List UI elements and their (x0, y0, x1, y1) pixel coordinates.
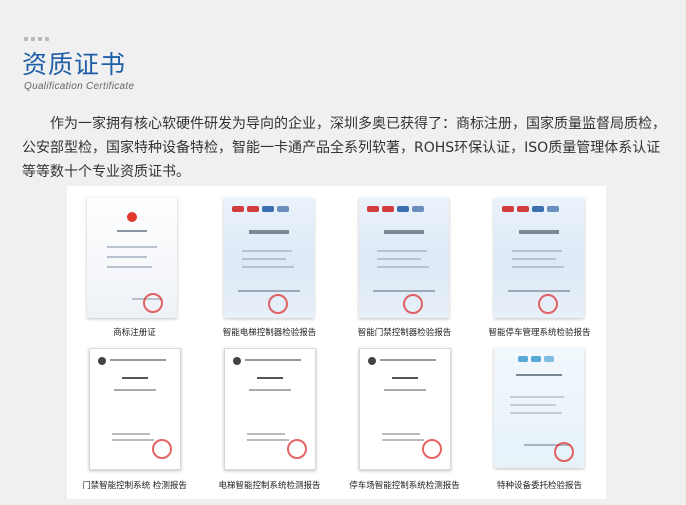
certificate-caption: 门禁智能控制系统 检测报告 (82, 481, 187, 491)
decor-dots (24, 37, 49, 41)
certificate-caption: 停车场智能控制系统检测报告 (349, 481, 460, 491)
certificate-caption: 智能电梯控制器检验报告 (222, 328, 317, 338)
certificate-image-access (359, 198, 449, 318)
certificate-caption: 智能门禁控制器检验报告 (357, 328, 452, 338)
certificate-caption: 智能停车管理系统检验报告 (488, 328, 591, 338)
certificate-caption: 商标注册证 (113, 328, 156, 338)
certificate-caption: 电梯智能控制系统检测报告 (218, 481, 321, 491)
certificate-image-parking (494, 198, 584, 318)
certificate-image-elevator (224, 198, 314, 318)
certificate-image-access-system (89, 348, 181, 470)
certificate-image-elevator-system (224, 348, 316, 470)
certificate-gallery: 商标注册证 智能电梯控制器检验报告 智能门禁控制器检验报告 智能停车管理系统检验… (67, 186, 606, 499)
intro-paragraph: 作为一家拥有核心软硬件研发为导向的企业，深圳多奥已获得了：商标注册，国家质量监督… (22, 116, 666, 180)
section-title: 资质证书 (22, 50, 127, 79)
certificate-caption: 特种设备委托检验报告 (496, 481, 582, 491)
certificate-image-parking-system (359, 348, 451, 470)
section-subtitle: Qualification Certificate (24, 81, 135, 92)
certificate-image-trademark (87, 198, 177, 318)
certificate-image-special-equipment (494, 348, 584, 468)
